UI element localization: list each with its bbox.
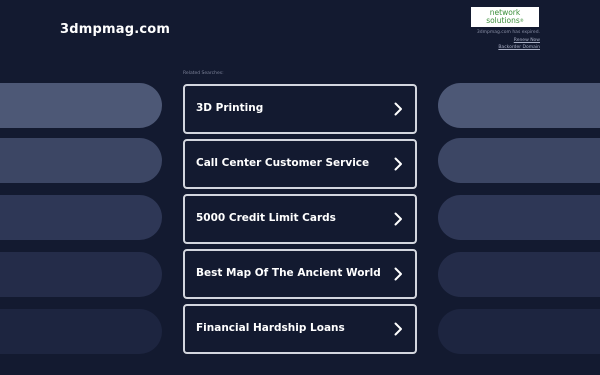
network-solutions-logo[interactable]: network solutions® (471, 7, 539, 27)
related-search-label: 5000 Credit Limit Cards (196, 212, 336, 224)
decorative-pill-left (0, 309, 162, 354)
related-search-link-credit-cards[interactable]: 5000 Credit Limit Cards (183, 194, 417, 244)
decorative-pill-right (438, 138, 600, 183)
logo-registered-mark: ® (519, 18, 524, 23)
decorative-pill-right (438, 309, 600, 354)
logo-line-2-text: solutions (486, 16, 520, 25)
decorative-pill-right (438, 195, 600, 240)
chevron-right-icon (394, 212, 402, 226)
decorative-pill-right (438, 83, 600, 128)
chevron-right-icon (394, 322, 402, 336)
related-search-label: 3D Printing (196, 102, 264, 114)
decorative-pill-left (0, 83, 162, 128)
site-title: 3dmpmag.com (60, 22, 171, 37)
expiry-text: 3dmpmag.com has expired. (476, 30, 540, 35)
related-search-link-hardship-loans[interactable]: Financial Hardship Loans (183, 304, 417, 354)
decorative-pill-left (0, 138, 162, 183)
chevron-right-icon (394, 102, 402, 116)
related-search-link-ancient-map[interactable]: Best Map Of The Ancient World (183, 249, 417, 299)
decorative-pill-left (0, 195, 162, 240)
related-search-link-call-center[interactable]: Call Center Customer Service (183, 139, 417, 189)
chevron-right-icon (394, 157, 402, 171)
chevron-right-icon (394, 267, 402, 281)
decorative-pill-left (0, 252, 162, 297)
related-searches-label: Related Searches: (183, 71, 224, 76)
logo-line-2: solutions® (471, 17, 539, 25)
related-search-label: Financial Hardship Loans (196, 322, 345, 334)
expiry-notice: 3dmpmag.com has expired. Renew Now Backo… (477, 29, 540, 52)
backorder-domain-link[interactable]: Backorder Domain (477, 44, 540, 52)
renew-now-link[interactable]: Renew Now (477, 37, 540, 45)
parked-domain-page: 3dmpmag.com network solutions® 3dmpmag.c… (0, 0, 600, 375)
related-search-label: Best Map Of The Ancient World (196, 267, 381, 279)
related-search-link-3d-printing[interactable]: 3D Printing (183, 84, 417, 134)
related-search-label: Call Center Customer Service (196, 157, 370, 169)
decorative-pill-right (438, 252, 600, 297)
